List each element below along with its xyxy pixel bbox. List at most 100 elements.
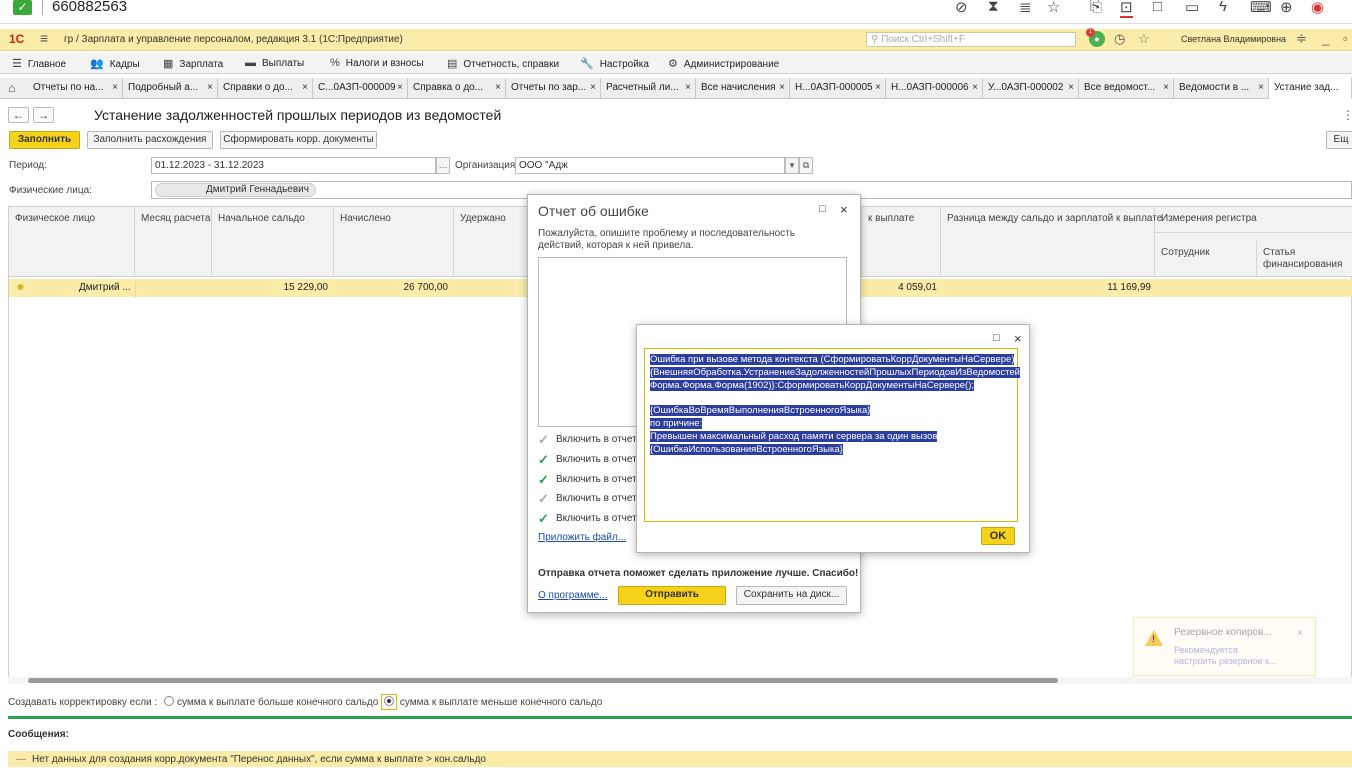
- close-icon[interactable]: ×: [112, 82, 118, 93]
- col-accrued[interactable]: Начислено: [334, 207, 454, 277]
- col-register[interactable]: Измерения регистра: [1155, 207, 1352, 233]
- settings-menu-icon[interactable]: ≑: [1296, 31, 1307, 47]
- notification-text[interactable]: Рекомендуется настроить резервное к...: [1174, 645, 1277, 667]
- col-to-pay[interactable]: к выплате: [862, 207, 941, 277]
- fill-button[interactable]: Заполнить: [9, 131, 80, 149]
- tab[interactable]: Отчеты по зар... ×: [506, 78, 601, 99]
- menu-item-settings[interactable]: 🔧 Настройка: [580, 57, 649, 70]
- checkbox[interactable]: ✓: [538, 453, 550, 466]
- close-icon[interactable]: ×: [207, 82, 213, 93]
- home-icon[interactable]: ⌂: [8, 81, 15, 95]
- check-icon[interactable]: ✓: [13, 0, 32, 15]
- tab[interactable]: У...0АЗП-000002 ×: [983, 78, 1079, 99]
- menu-item-hr[interactable]: 👥 Кадры: [90, 57, 140, 70]
- menu-item-main[interactable]: ☰ Главное: [12, 57, 66, 70]
- attach-file-link[interactable]: Приложить файл...: [538, 532, 626, 543]
- message-item[interactable]: — Нет данных для создания корр.документа …: [8, 751, 1352, 767]
- more-menu-icon[interactable]: ⋮: [1342, 108, 1352, 122]
- tab[interactable]: Подробный а... ×: [123, 78, 218, 99]
- menu-item-taxes[interactable]: % Налоги и взносы: [330, 57, 424, 69]
- radio-option-2[interactable]: [384, 696, 395, 706]
- cell-start-balance[interactable]: 15 229,00: [284, 282, 329, 293]
- back-button[interactable]: ←: [8, 107, 29, 123]
- checkbox[interactable]: ✓: [538, 512, 550, 525]
- menu-item-payments[interactable]: ▬ Выплаты: [245, 57, 304, 69]
- favorites-icon[interactable]: ☆: [1138, 31, 1150, 47]
- database-icon[interactable]: ≣: [1019, 0, 1032, 16]
- form-docs-button[interactable]: Сформировать корр. документы: [220, 131, 377, 149]
- close-icon[interactable]: ×: [1014, 331, 1022, 346]
- close-icon[interactable]: ×: [840, 202, 848, 217]
- close-icon[interactable]: ×: [397, 82, 403, 93]
- backup-notification[interactable]: ! Резервное копиров... × Рекомендуется на…: [1133, 617, 1316, 676]
- checkbox-row[interactable]: ✓ Включить в отчет г: [538, 512, 643, 525]
- save-to-disk-button[interactable]: Сохранить на диск...: [736, 586, 847, 605]
- globe-icon[interactable]: ⊕: [1280, 0, 1293, 16]
- ok-button[interactable]: OK: [981, 527, 1015, 545]
- eye-off-icon[interactable]: ⊘: [955, 0, 968, 16]
- forward-button[interactable]: →: [33, 107, 54, 123]
- option-2-label[interactable]: сумма к выплате меньше конечного сальдо: [400, 697, 602, 708]
- close-icon[interactable]: ×: [685, 82, 691, 93]
- option-1-label[interactable]: сумма к выплате больше конечного сальдо: [177, 697, 378, 708]
- close-icon[interactable]: ×: [590, 82, 596, 93]
- menu-icon[interactable]: ≡: [40, 30, 48, 46]
- col-month[interactable]: Месяц расчета: [135, 207, 212, 277]
- tab[interactable]: Н...0АЗП-000005 ×: [790, 78, 886, 99]
- tab[interactable]: Все начисления ×: [696, 78, 790, 99]
- close-icon[interactable]: ×: [495, 82, 501, 93]
- comment-icon[interactable]: ▭: [1185, 0, 1199, 16]
- menu-item-reports[interactable]: ▤ Отчетность, справки: [447, 57, 559, 70]
- export-icon[interactable]: ⎘: [1090, 0, 1102, 15]
- checkbox-row[interactable]: ✓ Включить в отчет г: [538, 492, 643, 505]
- tab[interactable]: Расчетный ли... ×: [601, 78, 696, 99]
- close-icon[interactable]: ×: [1163, 82, 1169, 93]
- org-dropdown-button[interactable]: ▾: [785, 157, 799, 174]
- tab[interactable]: Справки о до... ×: [218, 78, 313, 99]
- org-open-button[interactable]: ⧉: [799, 157, 813, 174]
- radio-option-2-wrap[interactable]: [381, 694, 398, 710]
- search-input[interactable]: ⚲ Поиск Ctrl+Shift+F: [866, 32, 1076, 47]
- tab[interactable]: Ведомости в ... ×: [1174, 78, 1269, 99]
- checkbox-row[interactable]: ✓ Включить в отчет г: [538, 433, 643, 446]
- col-start-balance[interactable]: Начальное сальдо: [212, 207, 334, 277]
- window-1-icon[interactable]: ⊡: [1120, 0, 1133, 18]
- about-link[interactable]: О программе...: [538, 590, 608, 601]
- close-icon[interactable]: ×: [1068, 82, 1074, 93]
- maximize-icon[interactable]: □: [993, 332, 1000, 344]
- checkbox-row[interactable]: ✓ Включить в отчет г: [538, 453, 643, 466]
- hourglass-icon[interactable]: ⧗: [988, 0, 999, 15]
- user-name[interactable]: Светлана Владимировна: [1181, 34, 1286, 44]
- window-icon[interactable]: □: [1153, 0, 1162, 15]
- cell-person[interactable]: Дмитрий ...: [79, 282, 131, 293]
- checkbox[interactable]: ✓: [538, 492, 550, 505]
- menu-item-admin[interactable]: ⚙ Администрирование: [668, 57, 779, 70]
- person-chip[interactable]: Дмитрий Геннадьевич: [155, 183, 316, 197]
- cell-month[interactable]: [135, 282, 212, 298]
- tab[interactable]: Н...0АЗП-000006 ×: [886, 78, 983, 99]
- tab[interactable]: Справка о до... ×: [408, 78, 506, 99]
- radio-option-1[interactable]: [163, 696, 174, 706]
- keyboard-icon[interactable]: ⌨: [1250, 0, 1272, 16]
- tab[interactable]: Отчеты по на... ×: [28, 78, 123, 99]
- tab-active[interactable]: Устание зад...: [1269, 78, 1352, 99]
- col-person[interactable]: Физическое лицо: [9, 207, 135, 277]
- period-select-button[interactable]: …: [436, 157, 450, 174]
- close-icon[interactable]: ×: [972, 82, 978, 93]
- notifications-icon[interactable]: 1 ●: [1086, 28, 1105, 47]
- minimize-icon[interactable]: _: [1322, 31, 1329, 46]
- close-icon[interactable]: ×: [1258, 82, 1264, 93]
- checkbox[interactable]: ✓: [538, 433, 550, 446]
- star-icon[interactable]: ☆: [1047, 0, 1060, 16]
- menu-item-salary[interactable]: ▦ Зарплата: [163, 57, 223, 70]
- org-input[interactable]: ООО "Адж: [515, 157, 785, 174]
- horizontal-scrollbar[interactable]: [8, 677, 1352, 684]
- more-button[interactable]: Ещ: [1326, 131, 1352, 149]
- cell-accrued[interactable]: 26 700,00: [404, 282, 449, 293]
- cell-diff[interactable]: 11 169,99: [1107, 282, 1151, 293]
- tab[interactable]: Все ведомост... ×: [1079, 78, 1174, 99]
- scroll-thumb[interactable]: [28, 678, 1058, 683]
- close-icon[interactable]: ×: [1297, 628, 1303, 639]
- send-button[interactable]: Отправить: [618, 586, 726, 605]
- fill-diff-button[interactable]: Заполнить расхождения: [87, 131, 213, 149]
